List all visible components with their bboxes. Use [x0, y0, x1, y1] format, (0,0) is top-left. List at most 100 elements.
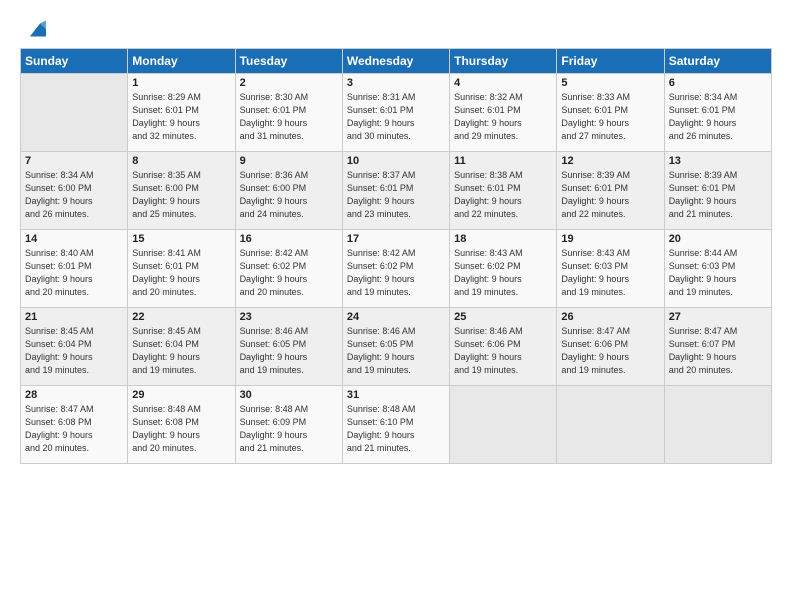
- cell-info: Sunrise: 8:30 AM Sunset: 6:01 PM Dayligh…: [240, 91, 338, 143]
- calendar-week-row: 1 Sunrise: 8:29 AM Sunset: 6:01 PM Daylig…: [21, 74, 772, 152]
- day-number: 11: [454, 155, 552, 167]
- day-number: 28: [25, 389, 123, 401]
- calendar-cell: 17 Sunrise: 8:42 AM Sunset: 6:02 PM Dayli…: [342, 230, 449, 308]
- cell-info: Sunrise: 8:48 AM Sunset: 6:08 PM Dayligh…: [132, 403, 230, 455]
- calendar-cell: 5 Sunrise: 8:33 AM Sunset: 6:01 PM Daylig…: [557, 74, 664, 152]
- day-number: 10: [347, 155, 445, 167]
- cell-info: Sunrise: 8:39 AM Sunset: 6:01 PM Dayligh…: [669, 169, 767, 221]
- day-number: 16: [240, 233, 338, 245]
- day-number: 5: [561, 77, 659, 89]
- day-number: 31: [347, 389, 445, 401]
- day-number: 24: [347, 311, 445, 323]
- calendar-cell: [450, 386, 557, 464]
- cell-info: Sunrise: 8:29 AM Sunset: 6:01 PM Dayligh…: [132, 91, 230, 143]
- calendar-cell: 26 Sunrise: 8:47 AM Sunset: 6:06 PM Dayli…: [557, 308, 664, 386]
- cell-info: Sunrise: 8:38 AM Sunset: 6:01 PM Dayligh…: [454, 169, 552, 221]
- weekday-header: Tuesday: [235, 49, 342, 74]
- calendar-header-row: SundayMondayTuesdayWednesdayThursdayFrid…: [21, 49, 772, 74]
- day-number: 14: [25, 233, 123, 245]
- cell-info: Sunrise: 8:46 AM Sunset: 6:05 PM Dayligh…: [240, 325, 338, 377]
- day-number: 20: [669, 233, 767, 245]
- calendar-cell: 28 Sunrise: 8:47 AM Sunset: 6:08 PM Dayli…: [21, 386, 128, 464]
- calendar-week-row: 28 Sunrise: 8:47 AM Sunset: 6:08 PM Dayli…: [21, 386, 772, 464]
- calendar-table: SundayMondayTuesdayWednesdayThursdayFrid…: [20, 48, 772, 464]
- cell-info: Sunrise: 8:41 AM Sunset: 6:01 PM Dayligh…: [132, 247, 230, 299]
- cell-info: Sunrise: 8:34 AM Sunset: 6:01 PM Dayligh…: [669, 91, 767, 143]
- day-number: 15: [132, 233, 230, 245]
- cell-info: Sunrise: 8:39 AM Sunset: 6:01 PM Dayligh…: [561, 169, 659, 221]
- day-number: 13: [669, 155, 767, 167]
- cell-info: Sunrise: 8:36 AM Sunset: 6:00 PM Dayligh…: [240, 169, 338, 221]
- day-number: 18: [454, 233, 552, 245]
- calendar-cell: 23Sunrise: 8:46 AM Sunset: 6:05 PM Dayli…: [235, 308, 342, 386]
- cell-info: Sunrise: 8:46 AM Sunset: 6:05 PM Dayligh…: [347, 325, 445, 377]
- calendar-cell: 1 Sunrise: 8:29 AM Sunset: 6:01 PM Daylig…: [128, 74, 235, 152]
- calendar-cell: 9 Sunrise: 8:36 AM Sunset: 6:00 PM Daylig…: [235, 152, 342, 230]
- calendar-cell: 7Sunrise: 8:34 AM Sunset: 6:00 PM Daylig…: [21, 152, 128, 230]
- calendar-cell: 8 Sunrise: 8:35 AM Sunset: 6:00 PM Daylig…: [128, 152, 235, 230]
- day-number: 26: [561, 311, 659, 323]
- weekday-header: Saturday: [664, 49, 771, 74]
- calendar-cell: 13 Sunrise: 8:39 AM Sunset: 6:01 PM Dayli…: [664, 152, 771, 230]
- day-number: 19: [561, 233, 659, 245]
- cell-info: Sunrise: 8:45 AM Sunset: 6:04 PM Dayligh…: [132, 325, 230, 377]
- cell-info: Sunrise: 8:31 AM Sunset: 6:01 PM Dayligh…: [347, 91, 445, 143]
- calendar-cell: 20 Sunrise: 8:44 AM Sunset: 6:03 PM Dayli…: [664, 230, 771, 308]
- calendar-cell: 21 Sunrise: 8:45 AM Sunset: 6:04 PM Dayli…: [21, 308, 128, 386]
- weekday-header: Sunday: [21, 49, 128, 74]
- calendar-cell: 6 Sunrise: 8:34 AM Sunset: 6:01 PM Daylig…: [664, 74, 771, 152]
- cell-info: Sunrise: 8:47 AM Sunset: 6:08 PM Dayligh…: [25, 403, 123, 455]
- day-number: 25: [454, 311, 552, 323]
- cell-info: Sunrise: 8:35 AM Sunset: 6:00 PM Dayligh…: [132, 169, 230, 221]
- cell-info: Sunrise: 8:33 AM Sunset: 6:01 PM Dayligh…: [561, 91, 659, 143]
- calendar-body: 1 Sunrise: 8:29 AM Sunset: 6:01 PM Daylig…: [21, 74, 772, 464]
- calendar-container: SundayMondayTuesdayWednesdayThursdayFrid…: [0, 0, 792, 474]
- calendar-cell: 11 Sunrise: 8:38 AM Sunset: 6:01 PM Dayli…: [450, 152, 557, 230]
- weekday-header: Wednesday: [342, 49, 449, 74]
- calendar-week-row: 7Sunrise: 8:34 AM Sunset: 6:00 PM Daylig…: [21, 152, 772, 230]
- calendar-cell: 18 Sunrise: 8:43 AM Sunset: 6:02 PM Dayli…: [450, 230, 557, 308]
- day-number: 9: [240, 155, 338, 167]
- day-number: 1: [132, 77, 230, 89]
- cell-info: Sunrise: 8:47 AM Sunset: 6:06 PM Dayligh…: [561, 325, 659, 377]
- logo: [20, 16, 46, 38]
- calendar-week-row: 14 Sunrise: 8:40 AM Sunset: 6:01 PM Dayli…: [21, 230, 772, 308]
- calendar-cell: 12 Sunrise: 8:39 AM Sunset: 6:01 PM Dayli…: [557, 152, 664, 230]
- calendar-cell: 10 Sunrise: 8:37 AM Sunset: 6:01 PM Dayli…: [342, 152, 449, 230]
- cell-info: Sunrise: 8:44 AM Sunset: 6:03 PM Dayligh…: [669, 247, 767, 299]
- day-number: 21: [25, 311, 123, 323]
- cell-info: Sunrise: 8:40 AM Sunset: 6:01 PM Dayligh…: [25, 247, 123, 299]
- day-number: 22: [132, 311, 230, 323]
- cell-info: Sunrise: 8:42 AM Sunset: 6:02 PM Dayligh…: [347, 247, 445, 299]
- cell-info: Sunrise: 8:48 AM Sunset: 6:09 PM Dayligh…: [240, 403, 338, 455]
- day-number: 30: [240, 389, 338, 401]
- day-number: 3: [347, 77, 445, 89]
- day-number: 12: [561, 155, 659, 167]
- cell-info: Sunrise: 8:47 AM Sunset: 6:07 PM Dayligh…: [669, 325, 767, 377]
- calendar-cell: [21, 74, 128, 152]
- day-number: 6: [669, 77, 767, 89]
- calendar-cell: 14 Sunrise: 8:40 AM Sunset: 6:01 PM Dayli…: [21, 230, 128, 308]
- calendar-cell: 31 Sunrise: 8:48 AM Sunset: 6:10 PM Dayli…: [342, 386, 449, 464]
- calendar-cell: 3 Sunrise: 8:31 AM Sunset: 6:01 PM Daylig…: [342, 74, 449, 152]
- calendar-week-row: 21 Sunrise: 8:45 AM Sunset: 6:04 PM Dayli…: [21, 308, 772, 386]
- calendar-cell: [557, 386, 664, 464]
- day-number: 17: [347, 233, 445, 245]
- cell-info: Sunrise: 8:32 AM Sunset: 6:01 PM Dayligh…: [454, 91, 552, 143]
- calendar-cell: 29Sunrise: 8:48 AM Sunset: 6:08 PM Dayli…: [128, 386, 235, 464]
- cell-info: Sunrise: 8:48 AM Sunset: 6:10 PM Dayligh…: [347, 403, 445, 455]
- cell-info: Sunrise: 8:34 AM Sunset: 6:00 PM Dayligh…: [25, 169, 123, 221]
- weekday-header: Monday: [128, 49, 235, 74]
- cell-info: Sunrise: 8:45 AM Sunset: 6:04 PM Dayligh…: [25, 325, 123, 377]
- day-number: 8: [132, 155, 230, 167]
- calendar-cell: [664, 386, 771, 464]
- calendar-cell: 4Sunrise: 8:32 AM Sunset: 6:01 PM Daylig…: [450, 74, 557, 152]
- calendar-cell: 30 Sunrise: 8:48 AM Sunset: 6:09 PM Dayli…: [235, 386, 342, 464]
- calendar-cell: 15 Sunrise: 8:41 AM Sunset: 6:01 PM Dayli…: [128, 230, 235, 308]
- cell-info: Sunrise: 8:37 AM Sunset: 6:01 PM Dayligh…: [347, 169, 445, 221]
- cell-info: Sunrise: 8:46 AM Sunset: 6:06 PM Dayligh…: [454, 325, 552, 377]
- cell-info: Sunrise: 8:43 AM Sunset: 6:02 PM Dayligh…: [454, 247, 552, 299]
- calendar-cell: 2Sunrise: 8:30 AM Sunset: 6:01 PM Daylig…: [235, 74, 342, 152]
- calendar-cell: 24 Sunrise: 8:46 AM Sunset: 6:05 PM Dayli…: [342, 308, 449, 386]
- calendar-cell: 25 Sunrise: 8:46 AM Sunset: 6:06 PM Dayli…: [450, 308, 557, 386]
